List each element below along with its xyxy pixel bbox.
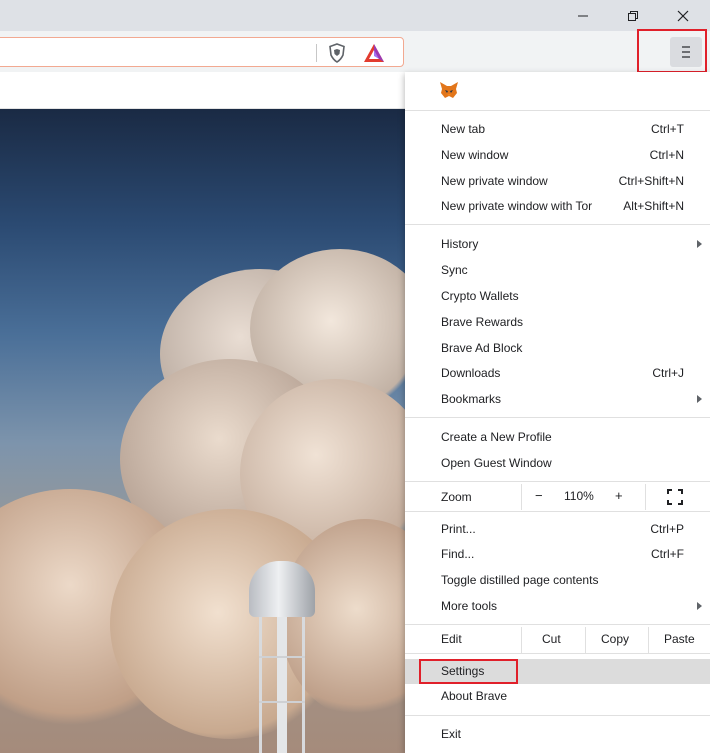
menu-item-label: Sync bbox=[441, 263, 468, 277]
brave-shields-icon[interactable] bbox=[327, 43, 347, 63]
menu-item-sync[interactable]: Sync bbox=[405, 258, 710, 283]
menu-separator bbox=[405, 715, 710, 716]
menu-item-label: Open Guest Window bbox=[441, 456, 552, 470]
paste-button[interactable]: Paste bbox=[664, 632, 695, 646]
menu-item-shortcut: Ctrl+N bbox=[649, 148, 684, 162]
menu-item-new-tab[interactable]: New tab Ctrl+T bbox=[405, 117, 710, 142]
menu-item-print[interactable]: Print... Ctrl+P bbox=[405, 517, 710, 542]
close-window-button[interactable] bbox=[658, 0, 708, 31]
menu-item-label: New tab bbox=[441, 122, 486, 136]
menu-item-shortcut: Ctrl+J bbox=[652, 366, 684, 380]
menu-item-find[interactable]: Find... Ctrl+F bbox=[405, 542, 710, 567]
menu-separator bbox=[405, 110, 710, 111]
main-menu-button[interactable] bbox=[670, 37, 702, 67]
menu-item-label: New window bbox=[441, 148, 509, 162]
menu-item-shortcut: Alt+Shift+N bbox=[623, 199, 684, 213]
water-tower bbox=[249, 561, 315, 753]
menu-item-new-window[interactable]: New window Ctrl+N bbox=[405, 143, 710, 168]
edit-row: Edit Cut Copy Paste bbox=[405, 627, 710, 653]
menu-item-label: Settings bbox=[441, 664, 485, 678]
edit-divider bbox=[585, 627, 586, 653]
zoom-divider bbox=[645, 484, 646, 510]
menu-item-label: New private window with Tor bbox=[441, 199, 593, 213]
close-icon bbox=[677, 10, 689, 21]
zoom-divider bbox=[521, 484, 522, 510]
new-tab-background-image bbox=[0, 109, 405, 753]
menu-item-crypto-wallets[interactable]: Crypto Wallets bbox=[405, 284, 710, 309]
menu-item-label: Crypto Wallets bbox=[441, 289, 519, 303]
menu-item-new-private-window-tor[interactable]: New private window with Tor Alt+Shift+N bbox=[405, 194, 710, 219]
minimize-button[interactable] bbox=[558, 0, 608, 31]
menu-separator bbox=[405, 481, 710, 482]
brave-rewards-icon[interactable] bbox=[363, 43, 385, 63]
minimize-icon bbox=[578, 15, 588, 16]
menu-separator bbox=[405, 511, 710, 512]
menu-item-label: Brave Rewards bbox=[441, 315, 524, 329]
menu-item-brave-rewards[interactable]: Brave Rewards bbox=[405, 310, 710, 335]
menu-item-bookmarks[interactable]: Bookmarks bbox=[405, 387, 710, 412]
menu-item-label: Exit bbox=[441, 727, 462, 741]
menu-item-label: Find... bbox=[441, 547, 475, 561]
menu-item-shortcut: Ctrl+T bbox=[651, 122, 684, 136]
menu-item-label: Bookmarks bbox=[441, 392, 502, 406]
menu-item-label: Print... bbox=[441, 522, 476, 536]
menu-item-label: History bbox=[441, 237, 479, 251]
fullscreen-icon[interactable] bbox=[667, 489, 683, 505]
menu-item-shortcut: Ctrl+Shift+N bbox=[618, 174, 684, 188]
menu-item-label: Brave Ad Block bbox=[441, 341, 523, 355]
edit-divider bbox=[521, 627, 522, 653]
menu-item-downloads[interactable]: Downloads Ctrl+J bbox=[405, 361, 710, 386]
restore-button[interactable] bbox=[608, 0, 658, 31]
copy-button[interactable]: Copy bbox=[601, 632, 629, 646]
menu-separator bbox=[405, 624, 710, 625]
zoom-row: Zoom − 110% + bbox=[405, 484, 710, 510]
submenu-arrow-icon bbox=[697, 602, 702, 610]
bookmarks-bar bbox=[0, 72, 405, 109]
menu-item-label: New private window bbox=[441, 174, 548, 188]
menu-separator bbox=[405, 224, 710, 225]
app-menu: New tab Ctrl+T New window Ctrl+N New pri… bbox=[405, 72, 710, 753]
menu-item-exit[interactable]: Exit bbox=[405, 722, 710, 747]
submenu-arrow-icon bbox=[697, 240, 702, 248]
zoom-level: 110% bbox=[564, 489, 594, 503]
menu-item-guest-window[interactable]: Open Guest Window bbox=[405, 451, 710, 476]
menu-item-shortcut: Ctrl+P bbox=[650, 522, 684, 536]
zoom-in-button[interactable]: + bbox=[615, 488, 623, 503]
zoom-label: Zoom bbox=[441, 490, 472, 504]
menu-item-label: Downloads bbox=[441, 366, 501, 380]
menu-item-settings[interactable]: Settings bbox=[405, 659, 710, 684]
menu-item-label: More tools bbox=[441, 599, 498, 613]
hamburger-menu-icon bbox=[682, 46, 690, 58]
menu-separator bbox=[405, 653, 710, 654]
menu-item-label: About Brave bbox=[441, 689, 508, 703]
menu-item-shortcut: Ctrl+F bbox=[651, 547, 684, 561]
menu-item-label: Create a New Profile bbox=[441, 430, 552, 444]
menu-item-about-brave[interactable]: About Brave bbox=[405, 684, 710, 709]
submenu-arrow-icon bbox=[697, 395, 702, 403]
menu-item-create-profile[interactable]: Create a New Profile bbox=[405, 425, 710, 450]
title-bar bbox=[0, 0, 710, 31]
menu-item-history[interactable]: History bbox=[405, 232, 710, 257]
edit-divider bbox=[648, 627, 649, 653]
menu-item-brave-ad-block[interactable]: Brave Ad Block bbox=[405, 336, 710, 361]
address-bar-separator bbox=[316, 44, 317, 62]
menu-item-toggle-distilled[interactable]: Toggle distilled page contents bbox=[405, 568, 710, 593]
toolbar bbox=[0, 31, 710, 72]
metamask-fox-icon[interactable] bbox=[439, 81, 459, 99]
restore-icon bbox=[628, 10, 638, 21]
cut-button[interactable]: Cut bbox=[542, 632, 561, 646]
edit-label: Edit bbox=[441, 632, 462, 646]
menu-separator bbox=[405, 417, 710, 418]
menu-item-label: Toggle distilled page contents bbox=[441, 573, 599, 587]
menu-item-new-private-window[interactable]: New private window Ctrl+Shift+N bbox=[405, 169, 710, 194]
address-bar[interactable] bbox=[0, 37, 404, 67]
zoom-out-button[interactable]: − bbox=[535, 488, 543, 503]
menu-item-more-tools[interactable]: More tools bbox=[405, 594, 710, 619]
